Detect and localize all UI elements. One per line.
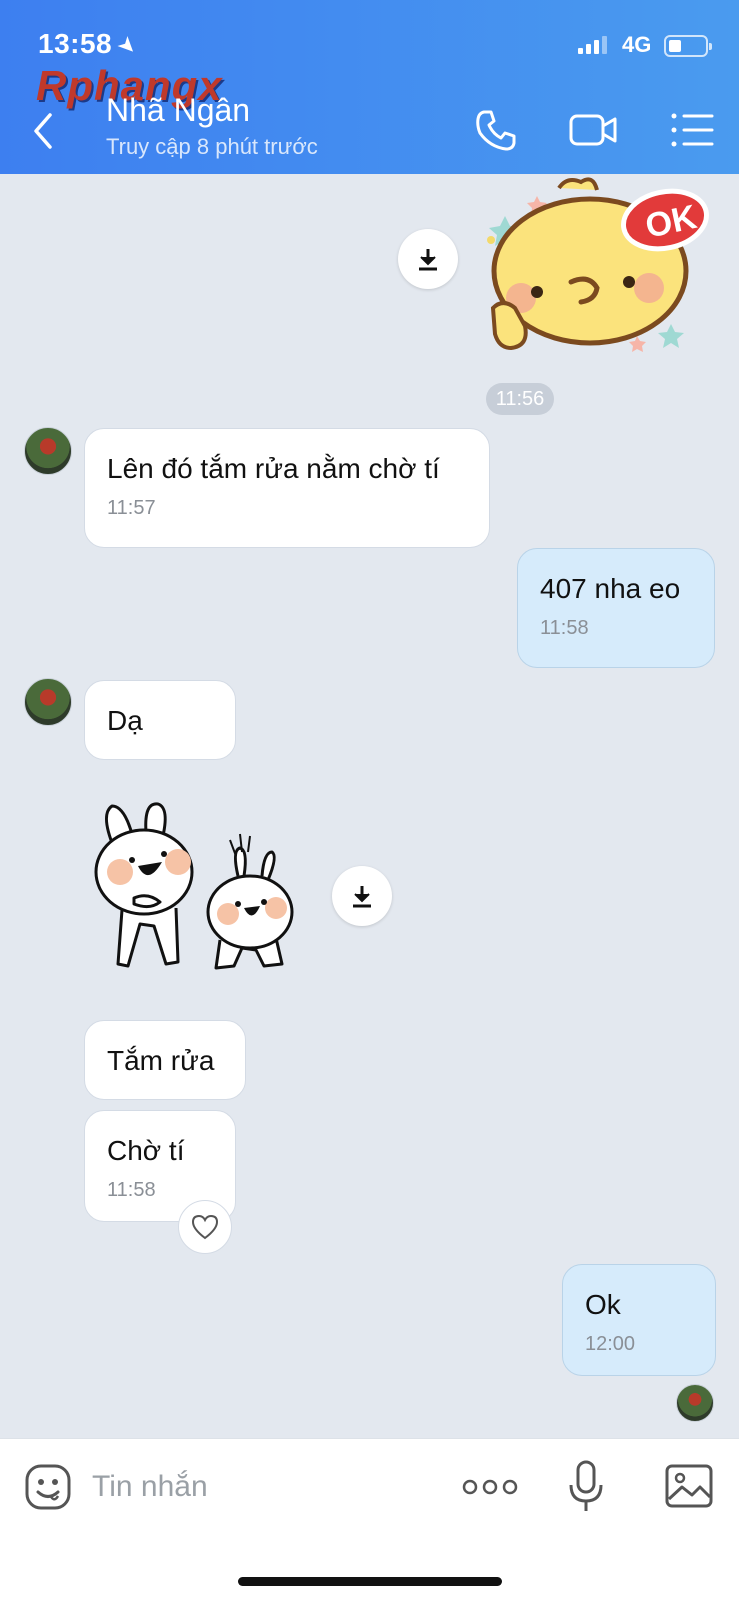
message-time: 11:57 bbox=[107, 497, 156, 519]
image-icon bbox=[665, 1464, 713, 1508]
composer-bar bbox=[0, 1438, 739, 1600]
options-menu-button[interactable] bbox=[668, 104, 720, 156]
home-indicator bbox=[238, 1577, 502, 1586]
message-time: 11:58 bbox=[107, 1179, 156, 1201]
message-text: Chờ tí bbox=[107, 1135, 185, 1166]
seen-avatar bbox=[676, 1384, 714, 1422]
contact-name[interactable]: Nhã Ngân bbox=[106, 92, 250, 129]
chat-header: 13:58➤ 4G Rphangx Nhã Ngân Truy cập 8 ph… bbox=[0, 0, 739, 174]
message-input[interactable] bbox=[92, 1465, 422, 1509]
message-bubble-outgoing[interactable]: 407 nha eo 11:58 bbox=[517, 548, 715, 668]
message-bubble-outgoing[interactable]: Ok 12:00 bbox=[562, 1264, 716, 1376]
more-dots-icon bbox=[462, 1479, 518, 1495]
status-time-text: 13:58 bbox=[38, 28, 113, 59]
emoji-button[interactable] bbox=[24, 1463, 72, 1511]
message-text: Lên đó tắm rửa nằm chờ tí bbox=[107, 453, 440, 484]
video-call-button[interactable] bbox=[568, 104, 620, 156]
battery-icon bbox=[664, 35, 712, 57]
message-time: 11:58 bbox=[540, 617, 589, 639]
react-button[interactable] bbox=[178, 1200, 232, 1254]
location-arrow-icon: ➤ bbox=[112, 30, 144, 62]
network-label: 4G bbox=[622, 32, 652, 57]
video-camera-icon bbox=[569, 114, 617, 146]
more-options-button[interactable] bbox=[462, 1475, 518, 1499]
contact-last-seen: Truy cập 8 phút trước bbox=[106, 134, 318, 159]
download-sticker-button[interactable] bbox=[398, 229, 458, 289]
back-button[interactable] bbox=[26, 106, 66, 156]
call-button[interactable] bbox=[470, 104, 522, 156]
phone-icon bbox=[476, 110, 516, 151]
sticker-ok-chick[interactable]: OK bbox=[485, 176, 715, 366]
message-bubble-incoming[interactable]: Dạ bbox=[84, 680, 236, 760]
message-text: Ok bbox=[585, 1289, 621, 1320]
sticker-rabbits[interactable] bbox=[92, 800, 300, 978]
contact-avatar[interactable] bbox=[24, 427, 72, 475]
message-bubble-incoming[interactable]: Tắm rửa bbox=[84, 1020, 246, 1100]
message-bubble-incoming[interactable]: Lên đó tắm rửa nằm chờ tí 11:57 bbox=[84, 428, 490, 548]
voice-button[interactable] bbox=[566, 1459, 606, 1515]
status-time: 13:58➤ bbox=[38, 28, 143, 61]
microphone-icon bbox=[569, 1460, 603, 1511]
list-menu-icon bbox=[671, 113, 714, 147]
download-sticker-button[interactable] bbox=[332, 866, 392, 926]
signal-icon bbox=[578, 36, 607, 54]
emoji-icon bbox=[25, 1464, 71, 1510]
download-icon bbox=[353, 886, 371, 908]
heart-icon bbox=[191, 1214, 219, 1240]
time-separator: 11:56 bbox=[486, 383, 554, 415]
message-text: Dạ bbox=[107, 705, 143, 736]
download-icon bbox=[419, 249, 437, 271]
message-time: 12:00 bbox=[585, 1333, 636, 1355]
message-text: Tắm rửa bbox=[107, 1045, 215, 1076]
contact-avatar[interactable] bbox=[24, 678, 72, 726]
back-icon bbox=[34, 113, 52, 149]
message-text: 407 nha eo bbox=[540, 573, 681, 604]
gallery-button[interactable] bbox=[664, 1463, 714, 1509]
